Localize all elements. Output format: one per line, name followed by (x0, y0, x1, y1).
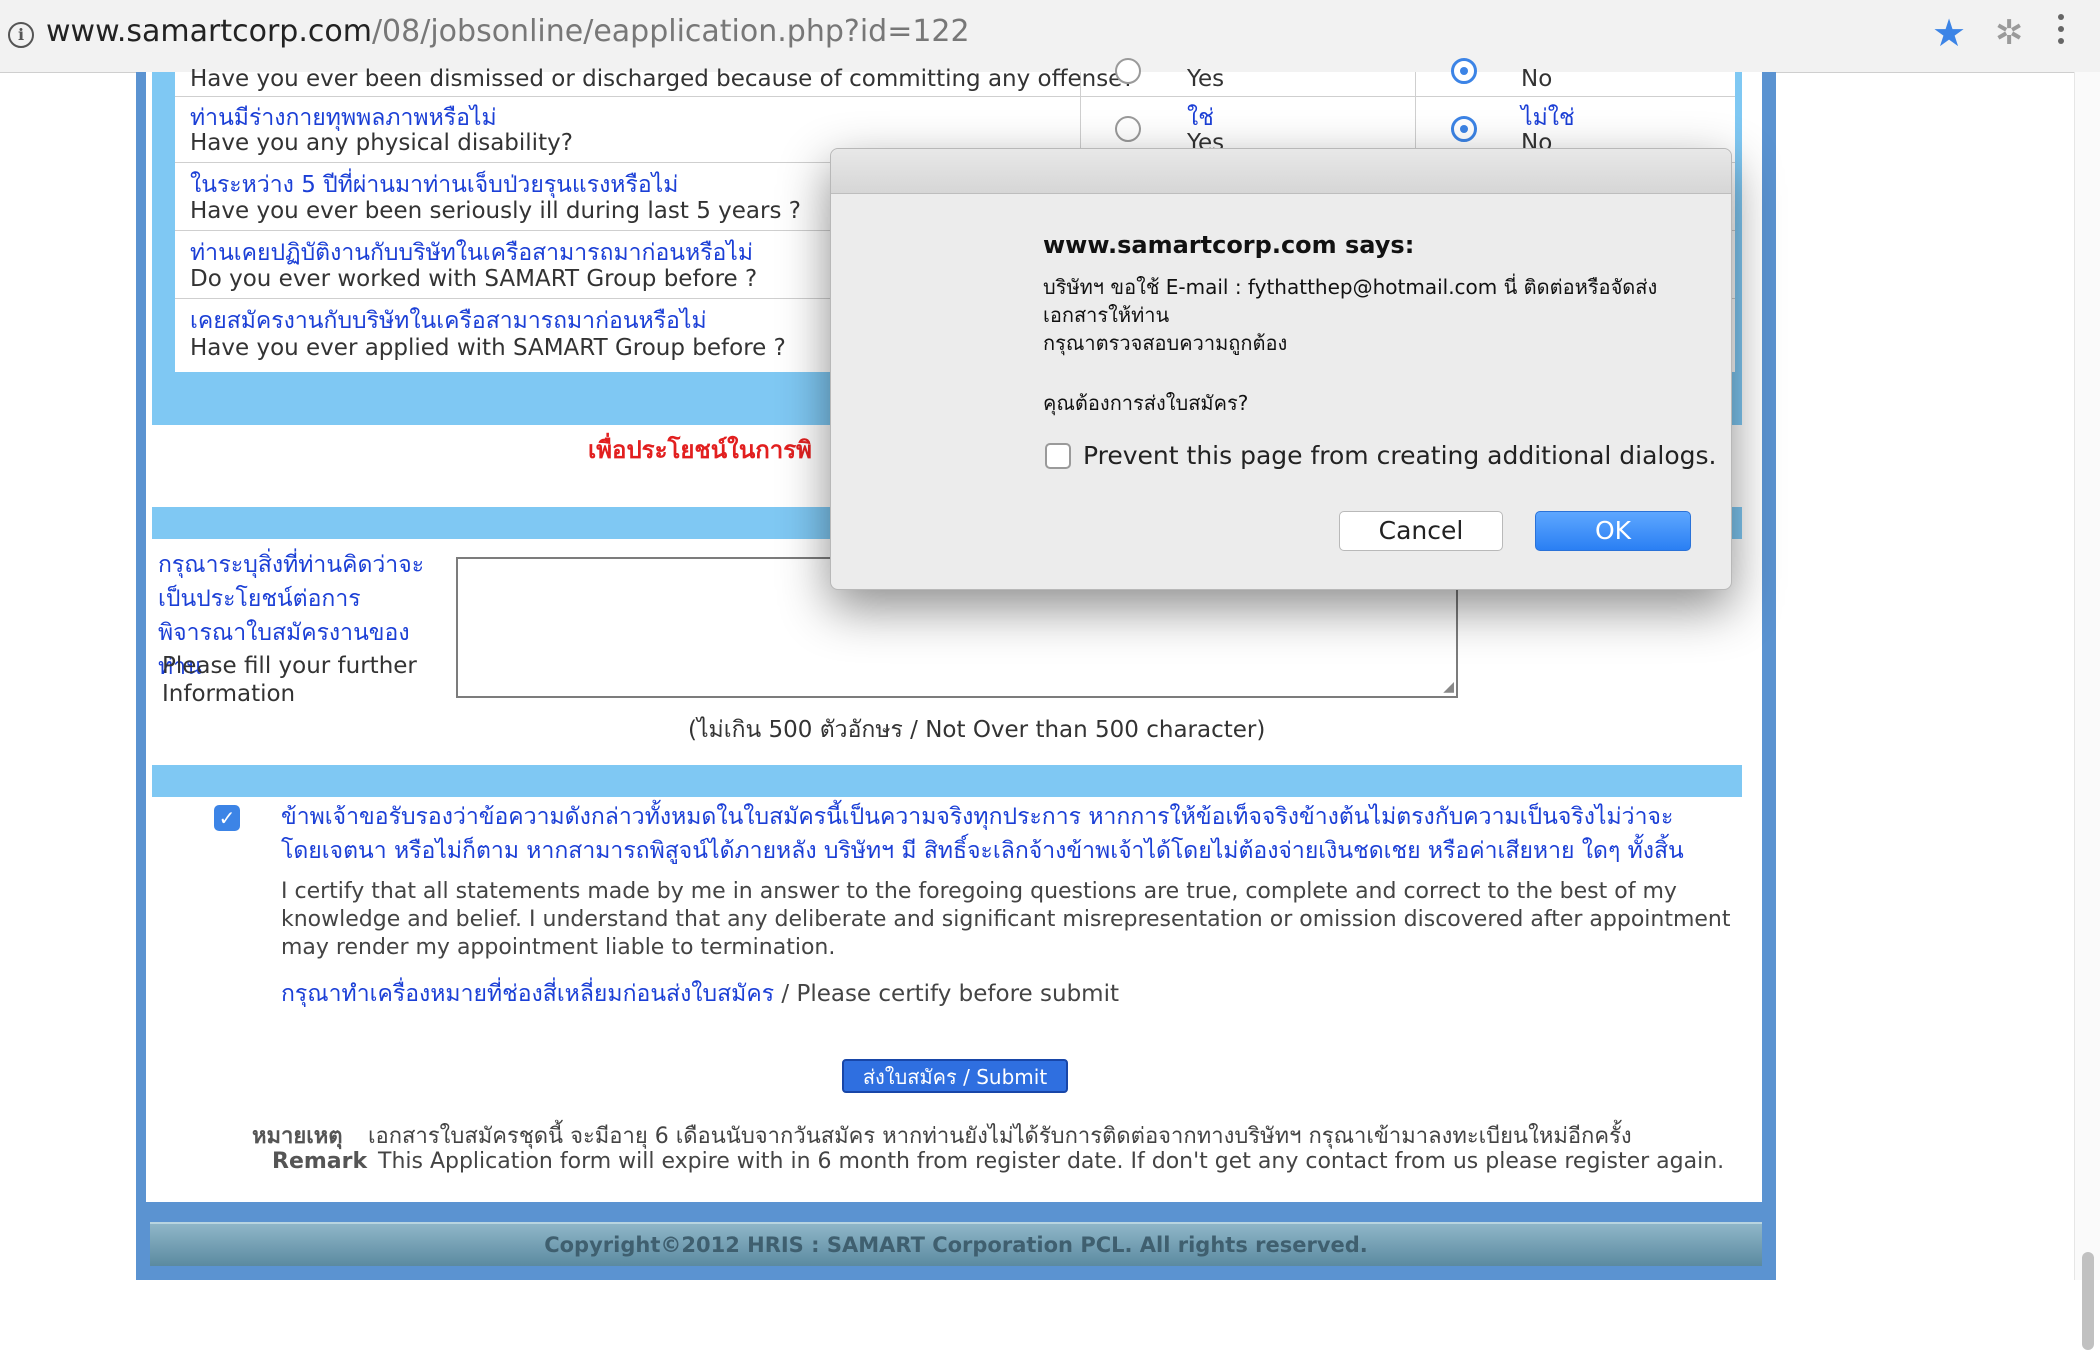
question-en: Have you ever been seriously ill during … (190, 198, 801, 224)
benefit-section-title: เพื่อประโยชน์ในการพิ (588, 436, 812, 464)
certify-text-th: ข้าพเจ้าขอรับรองว่าข้อความดังกล่าวทั้งหม… (281, 804, 1684, 864)
copyright-text: Copyright©2012 HRIS : SAMART Corporation… (544, 1233, 1368, 1257)
certify-note-th: กรุณาทำเครื่องหมายที่ช่องสี่เหลี่ยมก่อนส… (281, 981, 775, 1007)
question-th: เคยสมัครงานกับบริษัทในเครือสามารถมาก่อนห… (190, 308, 707, 334)
cancel-button[interactable]: Cancel (1339, 511, 1503, 551)
question-en: Have you any physical disability? (190, 130, 573, 156)
address-bar[interactable]: i www.samartcorp.com/08/jobsonline/eappl… (0, 0, 2100, 73)
submit-button[interactable]: ส่งใบสมัคร / Submit (842, 1059, 1068, 1093)
question-row-dismissed: Have you ever been dismissed or discharg… (175, 58, 1735, 97)
remark-label-en: Remark (272, 1149, 368, 1174)
url-text[interactable]: www.samartcorp.com/08/jobsonline/eapplic… (46, 14, 970, 49)
certify-checkbox[interactable]: ✓ (214, 805, 240, 831)
radio-no[interactable] (1451, 116, 1477, 142)
certify-text-en: I certify that all statements made by me… (281, 879, 1731, 960)
question-en: Have you ever applied with SAMART Group … (190, 335, 786, 361)
certify-note-en: / Please certify before submit (774, 981, 1119, 1007)
section-band (152, 765, 1742, 797)
resize-handle-icon[interactable]: ◢ (1443, 680, 1454, 694)
radio-yes[interactable] (1115, 58, 1141, 84)
question-en: Do you ever worked with SAMART Group bef… (190, 266, 758, 292)
radio-no[interactable] (1451, 58, 1477, 84)
dialog-title: www.samartcorp.com says: (1043, 231, 1415, 259)
dialog-titlebar[interactable] (831, 149, 1731, 194)
remark-text-en: This Application form will expire with i… (378, 1149, 1725, 1174)
confirm-dialog: www.samartcorp.com says: บริษัทฯ ขอใช้ E… (830, 148, 1732, 590)
extension-icon[interactable]: ✲ (1995, 16, 2024, 50)
url-host: www.samartcorp.com (46, 14, 372, 49)
char-limit-note: (ไม่เกิน 500 ตัวอักษร / Not Over than 50… (688, 717, 1266, 743)
scrollbar-thumb[interactable] (2082, 1252, 2094, 1350)
option-no-en: No (1521, 66, 1553, 92)
radio-yes[interactable] (1115, 116, 1141, 142)
dialog-message: บริษัทฯ ขอใช้ E-mail : fythatthep@hotmai… (1043, 273, 1683, 357)
page-footer: Copyright©2012 HRIS : SAMART Corporation… (150, 1222, 1762, 1266)
remark-label-th: หมายเหตุ (252, 1124, 343, 1149)
page-scrollbar[interactable] (2074, 72, 2100, 1350)
prevent-dialogs-checkbox[interactable] (1045, 443, 1071, 469)
further-info-label-en: Please fill your further Information (162, 653, 417, 707)
url-path: /08/jobsonline/eapplication.php?id=122 (371, 14, 970, 49)
dialog-message-line: บริษัทฯ ขอใช้ E-mail : fythatthep@hotmai… (1043, 275, 1658, 327)
more-vertical-icon[interactable] (2056, 14, 2066, 50)
dialog-question: คุณต้องการส่งใบสมัคร? (1043, 391, 1249, 415)
info-icon[interactable]: i (8, 22, 34, 48)
question-en: Have you ever been dismissed or discharg… (190, 66, 1135, 92)
bookmark-star-icon[interactable]: ★ (1932, 14, 1966, 52)
certify-note: กรุณาทำเครื่องหมายที่ช่องสี่เหลี่ยมก่อนส… (281, 976, 1119, 1012)
remark-text-th: เอกสารใบสมัครชุดนี้ จะมีอายุ 6 เดือนนับจ… (368, 1124, 1632, 1149)
prevent-dialogs-label[interactable]: Prevent this page from creating addition… (1083, 441, 1717, 470)
ok-button[interactable]: OK (1535, 511, 1691, 551)
dialog-message-line: กรุณาตรวจสอบความถูกต้อง (1043, 331, 1288, 355)
option-yes-en: Yes (1187, 66, 1225, 92)
